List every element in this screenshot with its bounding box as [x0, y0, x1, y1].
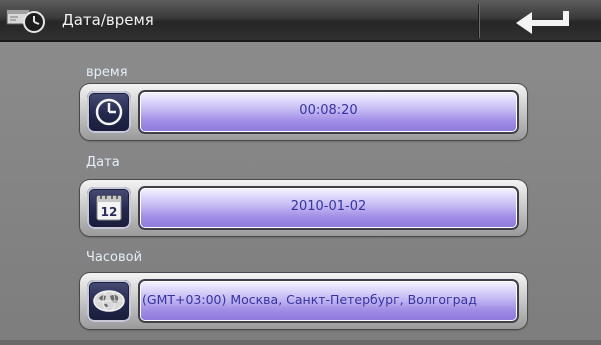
time-field[interactable]: 00:08:20	[138, 90, 519, 134]
date-value: 2010-01-02	[290, 199, 367, 214]
clock-icon	[95, 98, 123, 126]
date-label: Дата	[86, 155, 120, 170]
bottom-bar	[0, 340, 601, 345]
globe-icon	[93, 290, 125, 312]
date-icon-button[interactable]: 12	[87, 187, 131, 229]
settings-clock-icon	[6, 9, 45, 33]
title-bar: Дата/время	[0, 0, 601, 42]
back-button[interactable]	[488, 2, 598, 40]
timezone-icon-button[interactable]	[87, 280, 131, 322]
page-title: Дата/время	[62, 11, 154, 29]
timezone-field[interactable]: (GMT+03:00) Москва, Санкт-Петербург, Вол…	[138, 279, 519, 323]
timezone-label: Часовой	[86, 250, 143, 265]
time-value: 00:08:20	[299, 103, 358, 118]
date-row: 12 2010-01-02	[80, 180, 527, 236]
time-icon-button[interactable]	[87, 91, 131, 133]
time-row: 00:08:20	[80, 84, 527, 140]
timezone-row: (GMT+03:00) Москва, Санкт-Петербург, Вол…	[80, 273, 527, 329]
calendar-day-number: 12	[101, 205, 118, 219]
calendar-icon: 12	[96, 195, 122, 221]
time-label: время	[86, 65, 128, 80]
title-divider-highlight	[479, 4, 480, 38]
date-field[interactable]: 2010-01-02	[138, 186, 519, 230]
back-arrow-icon	[516, 11, 569, 34]
timezone-value: (GMT+03:00) Москва, Санкт-Петербург, Вол…	[142, 292, 477, 307]
